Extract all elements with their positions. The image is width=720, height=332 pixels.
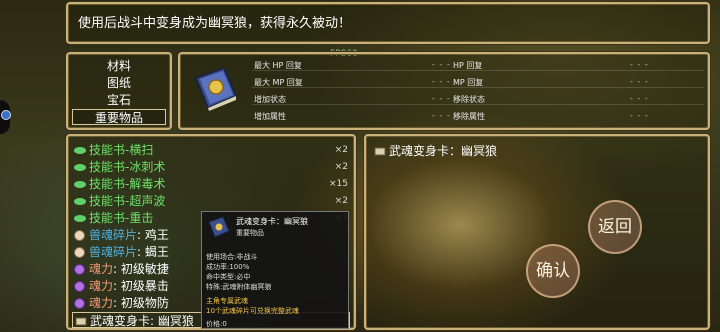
- tooltip-type: 重要物品: [236, 229, 264, 237]
- item-count: ×15: [329, 179, 348, 189]
- stat-add-state-value: - - -: [432, 94, 451, 103]
- category-key-items[interactable]: 重要物品: [72, 109, 166, 125]
- tooltip-title: 武魂变身卡：幽冥狼: [236, 217, 308, 226]
- stat-add-state-label: 增加状态: [254, 95, 286, 104]
- description-text: 使用后战斗中变身成为幽冥狼，获得永久被动！: [78, 16, 352, 31]
- side-handle[interactable]: [0, 100, 11, 134]
- book-icon: [194, 66, 238, 111]
- stat-remove-attr-value: - - -: [630, 111, 649, 120]
- leaf-icon: [74, 181, 86, 188]
- tooltip-line: 使用场合:非战斗: [206, 253, 258, 261]
- crystal-icon: [74, 281, 85, 292]
- stat-max-hp-value: - - -: [432, 60, 451, 69]
- orb-icon: [74, 230, 85, 241]
- book-icon: [208, 216, 230, 238]
- stat-hp-label: HP 回复: [453, 61, 483, 70]
- list-item[interactable]: 技能书-横扫: [74, 142, 153, 158]
- category-gems[interactable]: 宝石: [72, 92, 166, 108]
- stat-add-attr-value: - - -: [432, 111, 451, 120]
- list-item[interactable]: 魂力: 初级敏捷: [74, 261, 169, 277]
- stat-add-attr-label: 增加属性: [254, 112, 286, 121]
- stat-mp-value: - - -: [630, 77, 649, 86]
- category-menu: 材料 图纸 宝石 重要物品: [66, 52, 172, 130]
- back-button[interactable]: 返回: [588, 200, 642, 254]
- item-count: ×2: [334, 145, 348, 155]
- stat-max-mp-value: - - -: [432, 77, 451, 86]
- card-icon: [374, 147, 386, 156]
- item-count: ×2: [334, 162, 348, 172]
- stat-remove-attr-label: 移除属性: [453, 112, 485, 121]
- list-item[interactable]: 技能书-超声波: [74, 193, 165, 209]
- stat-max-hp-label: 最大 HP 回复: [254, 61, 302, 70]
- list-item[interactable]: 魂力: 初级物防: [74, 295, 169, 311]
- list-item[interactable]: 技能书-冰刺术: [74, 159, 165, 175]
- orb-icon: [74, 247, 85, 258]
- list-item[interactable]: 魂力: 初级暴击: [74, 278, 169, 294]
- crystal-icon: [74, 298, 85, 309]
- leaf-icon: [74, 164, 86, 171]
- category-blueprints[interactable]: 图纸: [72, 75, 166, 91]
- tooltip-line: 特殊:武魂附体幽冥狼: [206, 283, 272, 291]
- crystal-icon: [74, 264, 85, 275]
- stat-hp-value: - - -: [630, 60, 649, 69]
- stat-remove-state-value: - - -: [630, 94, 649, 103]
- item-detail-panel: 最大 HP 回复 - - - 最大 MP 回复 - - - 增加状态 - - -…: [178, 52, 710, 130]
- leaf-icon: [74, 147, 86, 154]
- selected-item-panel: 武魂变身卡：幽冥狼 返回 确认: [364, 134, 710, 330]
- selected-item-name: 武魂变身卡：幽冥狼: [374, 142, 497, 159]
- tooltip-line: 成功率:100%: [206, 263, 250, 271]
- stat-max-mp-label: 最大 MP 回复: [254, 78, 303, 87]
- list-item[interactable]: 技能书-重击: [74, 210, 153, 226]
- stat-remove-state-label: 移除状态: [453, 95, 485, 104]
- list-item[interactable]: 兽魂碎片: 蝎王: [74, 244, 169, 260]
- list-item[interactable]: 兽魂碎片: 鸡王: [74, 227, 169, 243]
- stat-mp-label: MP 回复: [453, 78, 484, 87]
- tooltip-line: 命中类型:必中: [206, 273, 251, 281]
- leaf-icon: [74, 198, 86, 205]
- list-item[interactable]: 技能书-解毒术: [74, 176, 165, 192]
- description-panel: 使用后战斗中变身成为幽冥狼，获得永久被动！: [66, 2, 710, 44]
- item-count: ×2: [334, 196, 348, 206]
- leaf-icon: [74, 215, 86, 222]
- tooltip-bonus: 10个武魂碎片可兑换完整武魂: [206, 307, 299, 315]
- category-materials[interactable]: 材料: [72, 58, 166, 74]
- tooltip-bonus: 主角专属武魂: [206, 297, 248, 305]
- card-icon: [75, 317, 87, 326]
- tooltip-price: 价格:0: [206, 320, 227, 328]
- confirm-button[interactable]: 确认: [526, 244, 580, 298]
- handle-dot-icon: [1, 110, 11, 120]
- item-tooltip: 武魂变身卡：幽冥狼 重要物品 使用场合:非战斗 成功率:100% 命中类型:必中…: [201, 211, 349, 329]
